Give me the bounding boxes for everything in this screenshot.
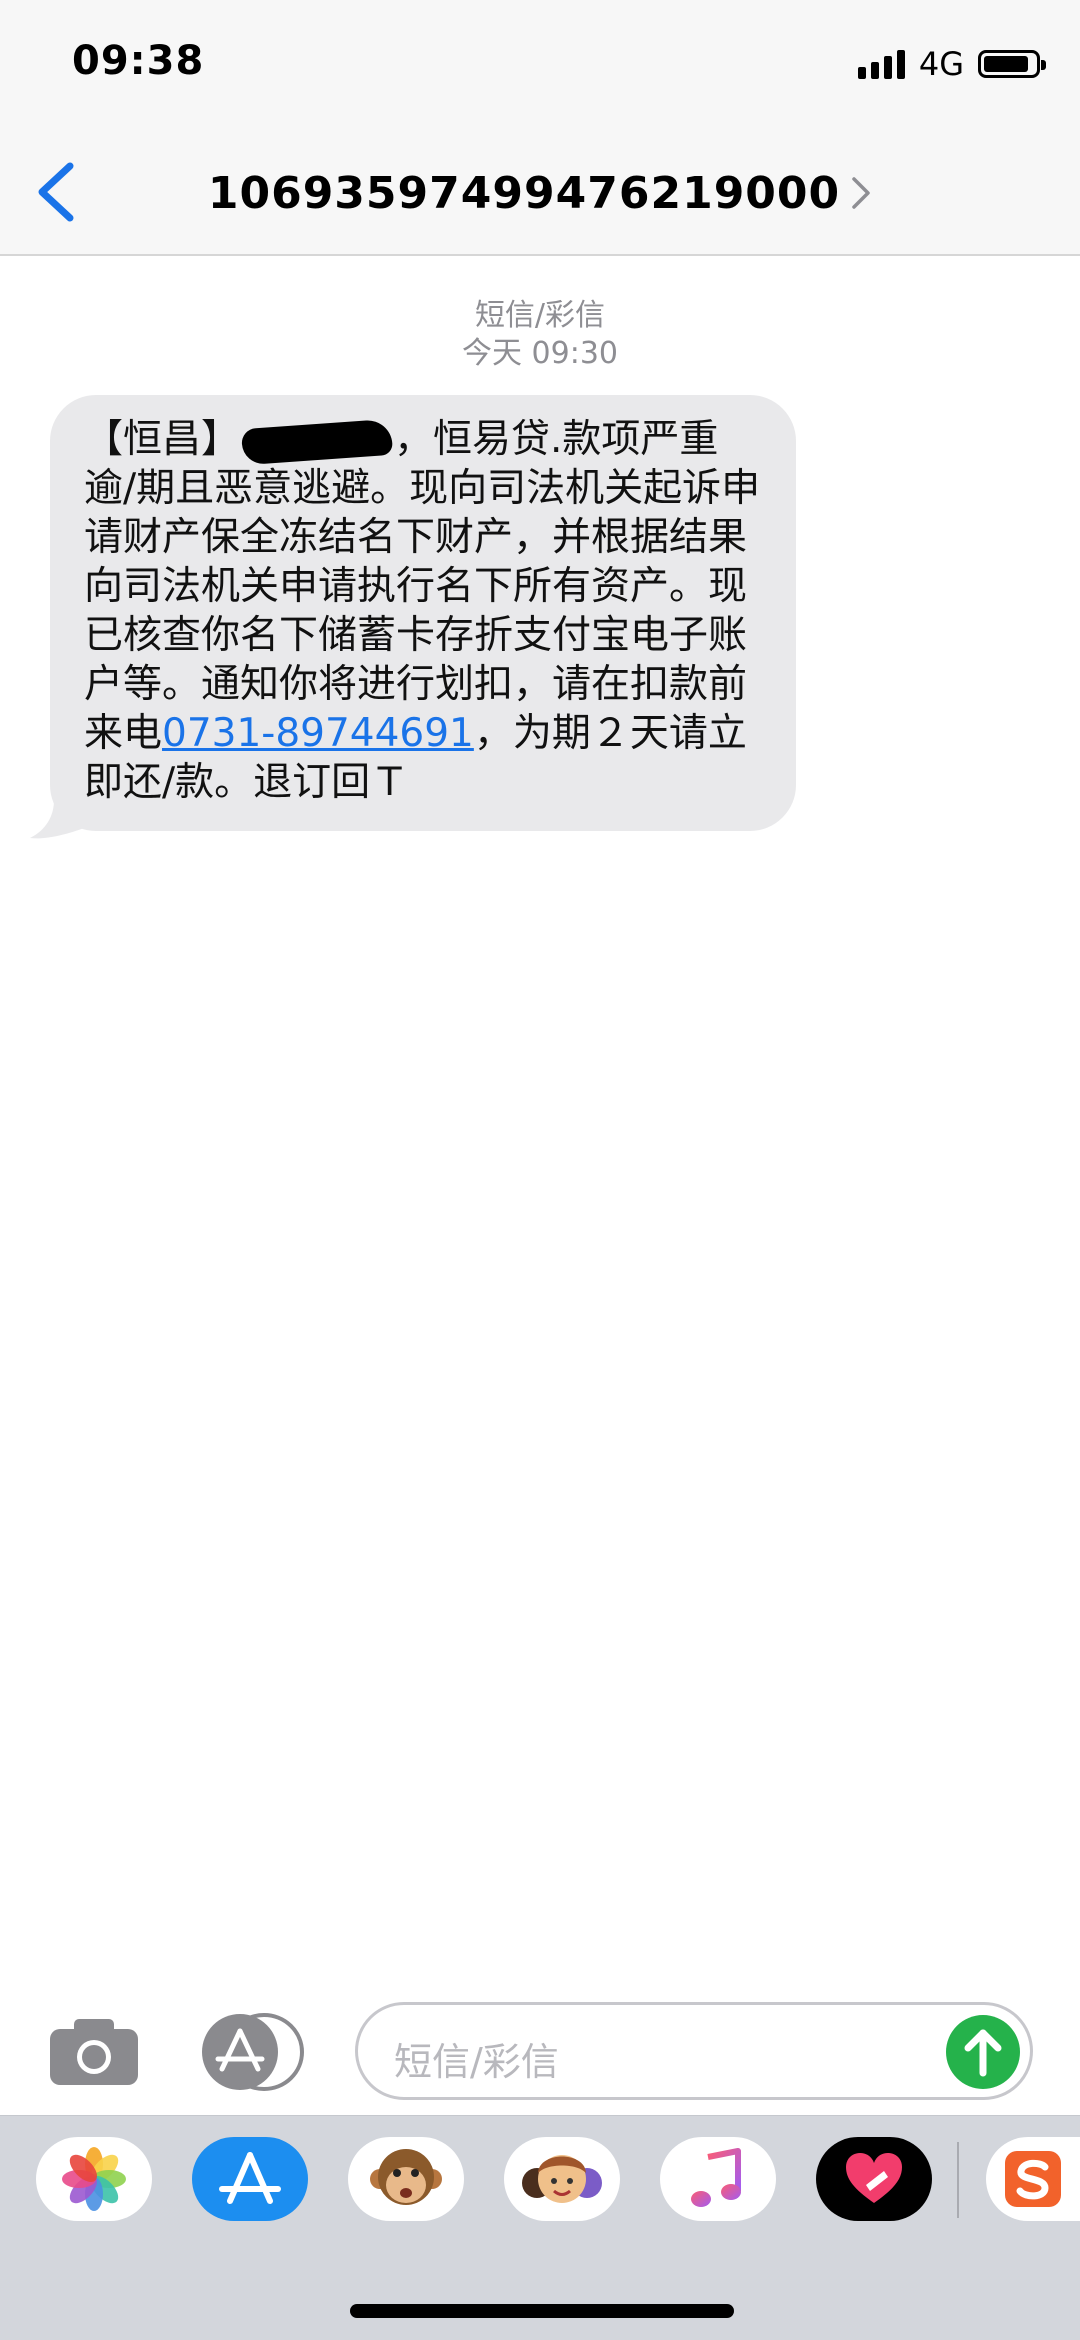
incoming-message-bubble[interactable]: 【恒昌】 ，恒易贷.款项严重逾/期且恶意逃避。现向司法机关起诉申请财产保全冻结名下…	[50, 395, 796, 831]
app-store-icon	[192, 2137, 308, 2221]
sogou-icon	[1005, 2151, 1061, 2207]
music-app-button[interactable]	[660, 2137, 776, 2221]
status-indicators: 4G	[857, 44, 1046, 84]
message-timestamp: 今天 09:30	[462, 336, 618, 371]
cellular-signal-icon	[857, 49, 905, 79]
drawer-separator	[957, 2142, 959, 2218]
phone-number-link[interactable]: 0731-89744691	[162, 711, 474, 756]
network-type: 4G	[918, 45, 964, 83]
contact-header[interactable]: 106935974994762190​00	[0, 168, 1080, 219]
photos-app-button[interactable]	[36, 2137, 152, 2221]
status-time: 09:38	[72, 38, 205, 84]
message-input[interactable]: 短信/彩信	[355, 2002, 1033, 2100]
battery-icon	[978, 50, 1046, 78]
app-store-button[interactable]	[200, 2013, 306, 2091]
home-indicator[interactable]	[350, 2304, 734, 2318]
input-placeholder: 短信/彩信	[394, 2040, 559, 2084]
digital-touch-app-button[interactable]	[816, 2137, 932, 2221]
music-icon	[691, 2148, 741, 2207]
camera-icon	[50, 2019, 138, 2085]
sogou-app-button[interactable]	[986, 2137, 1080, 2221]
app-store-app-button[interactable]	[192, 2137, 308, 2221]
nav-bar: 106935974994762190​00	[0, 130, 1080, 256]
redaction-mark	[240, 418, 394, 465]
send-button[interactable]	[946, 2015, 1020, 2089]
animoji-icon	[370, 2149, 442, 2205]
animoji-app-button[interactable]	[348, 2137, 464, 2221]
bubble-tail	[30, 800, 84, 839]
camera-button[interactable]	[48, 2017, 140, 2087]
photos-icon	[62, 2147, 126, 2211]
memoji-icon	[522, 2155, 602, 2203]
message-text-prefix: 【恒昌】	[84, 417, 241, 462]
arrow-up-icon	[964, 2029, 1002, 2077]
digital-touch-icon	[846, 2153, 902, 2203]
app-store-icon	[202, 2013, 304, 2091]
message-text-body: ，恒易贷.款项严重逾/期且恶意逃避。现向司法机关起诉申请财产保全冻结名下财产，并…	[84, 417, 761, 756]
memoji-app-button[interactable]	[504, 2137, 620, 2221]
contact-number: 106935974994762190​00	[207, 168, 841, 219]
status-bar: 09:38 4G	[0, 0, 1080, 130]
chevron-right-icon	[852, 177, 870, 209]
